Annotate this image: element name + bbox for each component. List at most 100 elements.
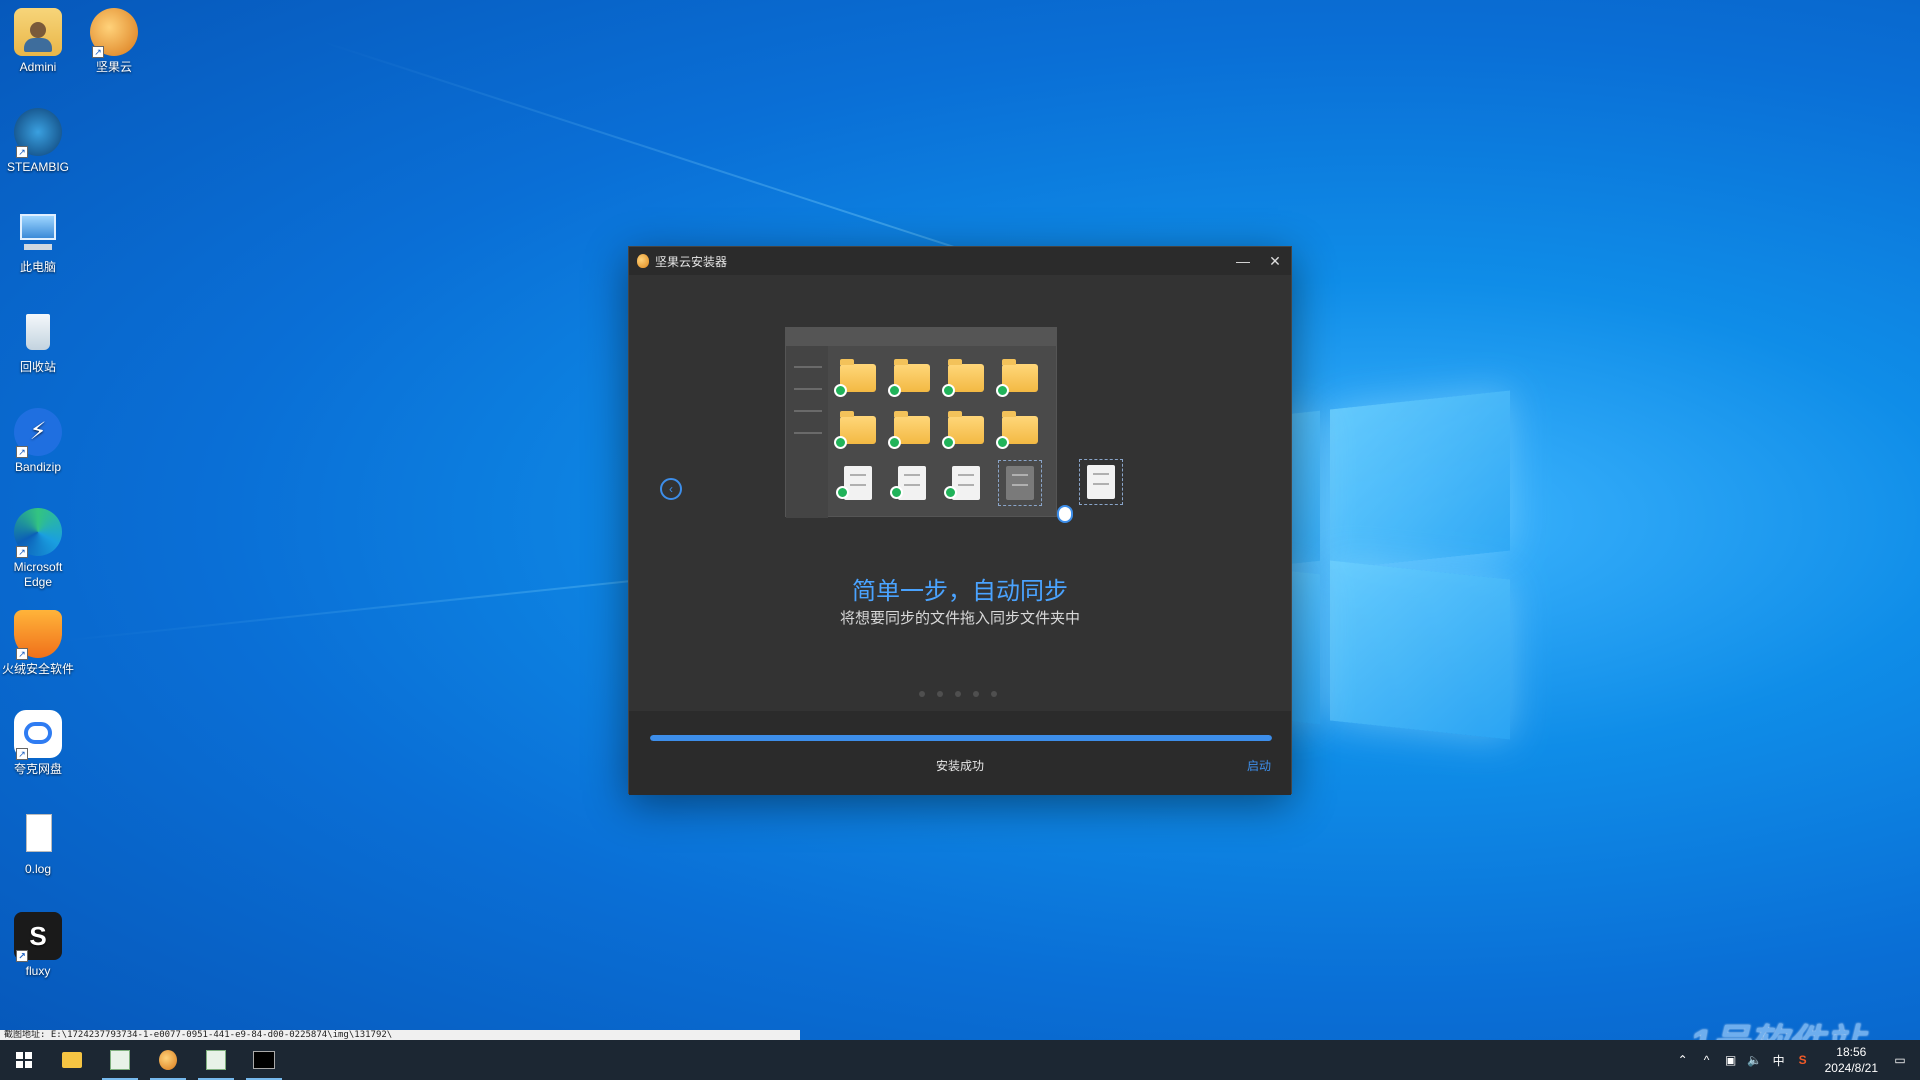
page-dot[interactable] xyxy=(973,691,979,697)
chevron-up-icon[interactable]: ^ xyxy=(1695,1053,1719,1067)
check-icon xyxy=(888,384,901,397)
desktop-icon-label: Bandizip xyxy=(14,460,62,474)
ime-indicator[interactable]: 中 xyxy=(1767,1052,1791,1069)
shortcut-arrow-icon: ↗ xyxy=(16,648,28,660)
desktop-icon-label: 火绒安全软件 xyxy=(1,662,74,676)
progress-fill xyxy=(650,735,1272,741)
bandizip-icon: ⚡ ↗ xyxy=(14,408,62,458)
app-window-icon xyxy=(206,1050,226,1070)
acorn-icon xyxy=(159,1050,177,1070)
check-icon xyxy=(888,436,901,449)
desktop-icon-label: 此电脑 xyxy=(19,260,56,274)
dialog-content: ‹ 简单一步，自动同步 将想要同步的文件拖入同步文件夹中 xyxy=(629,275,1291,711)
minimize-button[interactable]: — xyxy=(1227,247,1259,275)
close-button[interactable]: ✕ xyxy=(1259,247,1291,275)
desktop-icon-label: Microsoft Edge xyxy=(13,560,63,589)
desktop-icon-steambig[interactable]: ↗ STEAMBIG xyxy=(0,108,76,175)
desktop-icon-label: Admini xyxy=(19,60,57,74)
desktop-icon-admin[interactable]: Admini xyxy=(0,8,76,75)
page-dot[interactable] xyxy=(919,691,925,697)
shortcut-arrow-icon: ↗ xyxy=(92,46,104,58)
shortcut-arrow-icon: ↗ xyxy=(16,146,28,158)
windows-start-icon xyxy=(16,1052,32,1068)
launch-button[interactable]: 启动 xyxy=(1247,757,1271,774)
chevron-left-icon: ‹ xyxy=(669,482,673,496)
check-icon xyxy=(942,384,955,397)
network-icon[interactable]: ▣ xyxy=(1719,1053,1743,1067)
clock-time: 18:56 xyxy=(1836,1045,1867,1059)
dialog-titlebar[interactable]: 坚果云安装器 — ✕ xyxy=(629,247,1291,275)
taskbar-clock[interactable]: 18:56 2024/8/21 xyxy=(1825,1044,1878,1076)
taskbar-file-explorer[interactable] xyxy=(48,1040,96,1080)
dialog-title: 坚果云安装器 xyxy=(655,254,728,269)
previous-slide-button[interactable]: ‹ xyxy=(660,478,682,500)
slide-headline: 简单一步，自动同步 xyxy=(852,578,1068,605)
sogou-ime-icon[interactable]: S xyxy=(1791,1053,1815,1067)
shortcut-arrow-icon: ↗ xyxy=(16,446,28,458)
dialog-footer: 安装成功 启动 xyxy=(629,711,1291,795)
dragged-file-icon xyxy=(1087,465,1115,499)
cloud-drive-icon: ↗ xyxy=(14,710,62,760)
start-button[interactable] xyxy=(0,1040,48,1080)
slide-description: 将想要同步的文件拖入同步文件夹中 xyxy=(839,610,1080,627)
check-icon xyxy=(996,384,1009,397)
check-icon xyxy=(890,486,903,499)
desktop-icon-recycle-bin[interactable]: 回收站 xyxy=(0,308,76,375)
notification-icon[interactable]: ▭ xyxy=(1888,1053,1912,1067)
flame-shield-icon: ↗ xyxy=(14,610,62,660)
desktop-icon-huorong[interactable]: ↗ 火绒安全软件 xyxy=(0,610,76,677)
path-tooltip: 截图地址: E:\1724237793734-1-e0077-0951-441-… xyxy=(0,1030,800,1040)
app-window-icon xyxy=(110,1050,130,1070)
page-dot[interactable] xyxy=(991,691,997,697)
sync-illustration xyxy=(785,327,1125,523)
page-dot[interactable] xyxy=(955,691,961,697)
page-dot[interactable] xyxy=(937,691,943,697)
desktop-icon-label: 回收站 xyxy=(19,360,56,374)
desktop-icon-this-pc[interactable]: 此电脑 xyxy=(0,208,76,275)
text-file-icon xyxy=(14,810,62,858)
check-icon xyxy=(836,486,849,499)
acorn-icon: ↗ xyxy=(90,8,138,58)
check-icon xyxy=(944,486,957,499)
taskbar-app-2[interactable] xyxy=(192,1040,240,1080)
shortcut-arrow-icon: ↗ xyxy=(16,546,28,558)
desktop-icon-quark-drive[interactable]: ↗ 夸克网盘 xyxy=(0,710,76,777)
file-placeholder-icon xyxy=(1006,466,1034,500)
taskbar-app-1[interactable] xyxy=(96,1040,144,1080)
terminal-icon xyxy=(253,1051,275,1069)
desktop-icon-label: 坚果云 xyxy=(95,60,132,74)
desktop-icon-fluxy[interactable]: S ↗ fluxy xyxy=(0,912,76,979)
chevron-up-icon[interactable]: ⌃ xyxy=(1671,1053,1695,1067)
check-icon xyxy=(834,436,847,449)
edge-icon: ↗ xyxy=(14,508,62,558)
mouse-cursor-icon xyxy=(1057,505,1073,523)
desktop-icon-bandizip[interactable]: ⚡ ↗ Bandizip xyxy=(0,408,76,475)
taskbar-terminal[interactable] xyxy=(240,1040,288,1080)
desktop-icon-edge[interactable]: ↗ Microsoft Edge xyxy=(0,508,76,590)
slide-pagination xyxy=(919,691,997,697)
shortcut-arrow-icon: ↗ xyxy=(16,950,28,962)
check-icon xyxy=(942,436,955,449)
desktop-icon-label: STEAMBIG xyxy=(6,160,69,174)
desktop-icon-label: 夸克网盘 xyxy=(13,762,62,776)
taskbar-jianguoyun[interactable] xyxy=(144,1040,192,1080)
folder-icon xyxy=(62,1052,82,1068)
install-progress-bar xyxy=(650,735,1272,741)
steambig-icon: ↗ xyxy=(14,108,62,158)
computer-icon xyxy=(14,208,62,256)
installer-dialog: 坚果云安装器 — ✕ ‹ 简单一步，自动同步 将想要同步的文件拖入同步文件夹中 … xyxy=(628,246,1292,795)
check-icon xyxy=(834,384,847,397)
acorn-icon xyxy=(637,254,649,268)
volume-icon[interactable]: 🔈 xyxy=(1743,1053,1767,1067)
desktop-icon-log-file[interactable]: 0.log xyxy=(0,810,76,877)
folder-window-illustration xyxy=(785,327,1057,518)
check-icon xyxy=(996,436,1009,449)
system-tray: ⌃ ^ ▣ 🔈 中 S 18:56 2024/8/21 ▭ xyxy=(1671,1040,1920,1080)
desktop-icon-jianguoyun[interactable]: ↗ 坚果云 xyxy=(76,8,152,75)
clock-date: 2024/8/21 xyxy=(1824,1061,1878,1075)
taskbar: ⌃ ^ ▣ 🔈 中 S 18:56 2024/8/21 ▭ xyxy=(0,1040,1920,1080)
desktop-icon-label: fluxy xyxy=(25,964,51,978)
desktop-icon-label: 0.log xyxy=(24,862,52,876)
shortcut-arrow-icon: ↗ xyxy=(16,748,28,760)
fluxy-icon: S ↗ xyxy=(14,912,62,962)
